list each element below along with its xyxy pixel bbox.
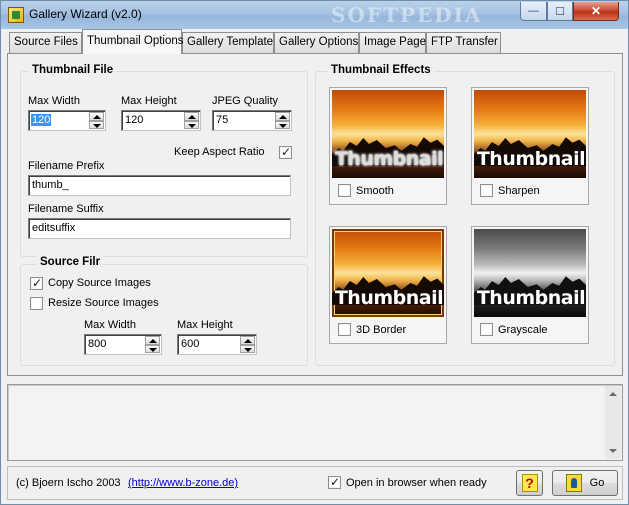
softpedia-watermark: SOFTPEDIA bbox=[331, 3, 483, 27]
spin-down-icon[interactable] bbox=[89, 120, 104, 129]
effect-sharpen-card[interactable]: Thumbnail Sharpen bbox=[471, 87, 589, 205]
open-browser-checkbox[interactable] bbox=[328, 475, 341, 489]
copy-source-label: Copy Source Images bbox=[48, 277, 151, 289]
spin-buttons[interactable] bbox=[240, 336, 255, 353]
preview-text: Thumbnail bbox=[334, 287, 444, 309]
filename-prefix-value: thumb_ bbox=[32, 179, 69, 191]
spin-up-icon[interactable] bbox=[240, 336, 255, 345]
spin-down-icon[interactable] bbox=[145, 344, 160, 353]
3d-border-preview-image: Thumbnail bbox=[332, 229, 444, 317]
tab-gallery-options[interactable]: Gallery Options bbox=[274, 32, 359, 53]
copyright-text: (c) Bjoern Ischo 2003 bbox=[16, 477, 121, 489]
3d-border-label: 3D Border bbox=[356, 324, 407, 336]
filename-suffix-label: Filename Suffix bbox=[28, 203, 104, 215]
max-height-label: Max Height bbox=[121, 95, 177, 107]
sharpen-label: Sharpen bbox=[498, 185, 540, 197]
open-browser-label: Open in browser when ready bbox=[346, 477, 487, 489]
preview-text: Thumbnail bbox=[476, 287, 586, 309]
window-title: Gallery Wizard (v2.0) bbox=[29, 7, 142, 21]
effect-3d-border-card[interactable]: Thumbnail 3D Border bbox=[329, 226, 447, 344]
filename-prefix-label: Filename Prefix bbox=[28, 160, 105, 172]
filename-suffix-field[interactable]: editsuffix bbox=[28, 218, 291, 239]
scroll-down-icon[interactable] bbox=[609, 449, 617, 453]
source-file-title: Source Filr bbox=[37, 256, 104, 268]
jpeg-quality-label: JPEG Quality bbox=[212, 95, 279, 107]
thumb-max-height-value: 120 bbox=[125, 114, 144, 126]
spin-up-icon[interactable] bbox=[89, 112, 104, 121]
effect-grayscale-card[interactable]: Thumbnail Grayscale bbox=[471, 226, 589, 344]
tab-gallery-template[interactable]: Gallery Template bbox=[182, 32, 274, 53]
spin-buttons[interactable] bbox=[275, 112, 290, 129]
thumb-max-width-stepper[interactable]: 120 bbox=[28, 110, 106, 131]
log-scrollbar[interactable] bbox=[605, 386, 621, 459]
go-label: Go bbox=[589, 477, 605, 489]
keep-aspect-label: Keep Aspect Ratio bbox=[174, 146, 265, 158]
sharpen-checkbox[interactable] bbox=[480, 184, 493, 197]
maximize-button[interactable]: ☐ bbox=[547, 2, 573, 21]
tab-image-page[interactable]: Image Page bbox=[359, 32, 426, 53]
smooth-preview-image: Thumbnail bbox=[332, 90, 444, 178]
go-button[interactable]: Go bbox=[552, 470, 618, 496]
tab-thumbnail-options[interactable]: Thumbnail Options bbox=[82, 29, 184, 54]
scroll-up-icon[interactable] bbox=[609, 392, 617, 396]
jpeg-quality-value: 75 bbox=[216, 114, 229, 126]
thumbnail-options-panel: Thumbnail File Max Width Max Height JPEG… bbox=[7, 53, 623, 376]
jpeg-quality-stepper[interactable]: 75 bbox=[212, 110, 292, 131]
spin-buttons[interactable] bbox=[184, 112, 199, 129]
homepage-link[interactable]: (http://www.b-zone.de) bbox=[128, 477, 238, 489]
thumb-max-height-stepper[interactable]: 120 bbox=[121, 110, 201, 131]
thumb-max-width-value: 120 bbox=[31, 114, 52, 126]
spin-down-icon[interactable] bbox=[184, 120, 199, 129]
spin-up-icon[interactable] bbox=[145, 336, 160, 345]
spin-down-icon[interactable] bbox=[240, 344, 255, 353]
preview-text: Thumbnail bbox=[334, 148, 444, 170]
grayscale-checkbox[interactable] bbox=[480, 323, 493, 336]
3d-border-checkbox[interactable] bbox=[338, 323, 351, 336]
source-max-height-label: Max Height bbox=[177, 319, 233, 331]
grayscale-label: Grayscale bbox=[498, 324, 548, 336]
smooth-checkbox[interactable] bbox=[338, 184, 351, 197]
grayscale-preview-image: Thumbnail bbox=[474, 229, 586, 317]
effect-smooth-card[interactable]: Thumbnail Smooth bbox=[329, 87, 447, 205]
minimize-button[interactable]: — bbox=[520, 2, 547, 21]
source-max-width-value: 800 bbox=[88, 338, 107, 350]
source-max-width-stepper[interactable]: 800 bbox=[84, 334, 162, 355]
sharpen-preview-image: Thumbnail bbox=[474, 90, 586, 178]
preview-text: Thumbnail bbox=[476, 148, 586, 170]
log-output-area[interactable] bbox=[7, 384, 623, 461]
tab-ftp-transfer[interactable]: FTP Transfer bbox=[426, 32, 501, 53]
run-icon bbox=[565, 474, 582, 492]
app-icon bbox=[8, 7, 24, 23]
source-max-height-value: 600 bbox=[181, 338, 200, 350]
spin-up-icon[interactable] bbox=[184, 112, 199, 121]
thumbnail-effects-title: Thumbnail Effects bbox=[328, 64, 434, 76]
tab-source-files[interactable]: Source Files bbox=[9, 32, 82, 53]
thumbnail-file-title: Thumbnail File bbox=[29, 64, 117, 76]
spin-buttons[interactable] bbox=[145, 336, 160, 353]
close-button[interactable]: ✕ bbox=[573, 2, 619, 21]
filename-prefix-field[interactable]: thumb_ bbox=[28, 175, 291, 196]
source-max-width-label: Max Width bbox=[84, 319, 136, 331]
copy-source-checkbox[interactable] bbox=[30, 276, 43, 290]
bottom-bar: (c) Bjoern Ischo 2003 (http://www.b-zone… bbox=[7, 466, 623, 500]
spin-up-icon[interactable] bbox=[275, 112, 290, 121]
keep-aspect-checkbox[interactable] bbox=[279, 145, 292, 159]
resize-source-checkbox[interactable] bbox=[30, 297, 43, 310]
help-button[interactable]: ? bbox=[516, 470, 543, 496]
smooth-label: Smooth bbox=[356, 185, 394, 197]
resize-source-label: Resize Source Images bbox=[48, 297, 159, 309]
filename-suffix-value: editsuffix bbox=[32, 222, 76, 234]
spin-down-icon[interactable] bbox=[275, 120, 290, 129]
help-icon: ? bbox=[521, 474, 538, 492]
max-width-label: Max Width bbox=[28, 95, 80, 107]
source-max-height-stepper[interactable]: 600 bbox=[177, 334, 257, 355]
gallery-wizard-window: Gallery Wizard (v2.0) SOFTPEDIA — ☐ ✕ So… bbox=[0, 0, 629, 505]
spin-buttons[interactable] bbox=[89, 112, 104, 129]
title-bar[interactable]: Gallery Wizard (v2.0) SOFTPEDIA — ☐ ✕ bbox=[1, 1, 628, 29]
